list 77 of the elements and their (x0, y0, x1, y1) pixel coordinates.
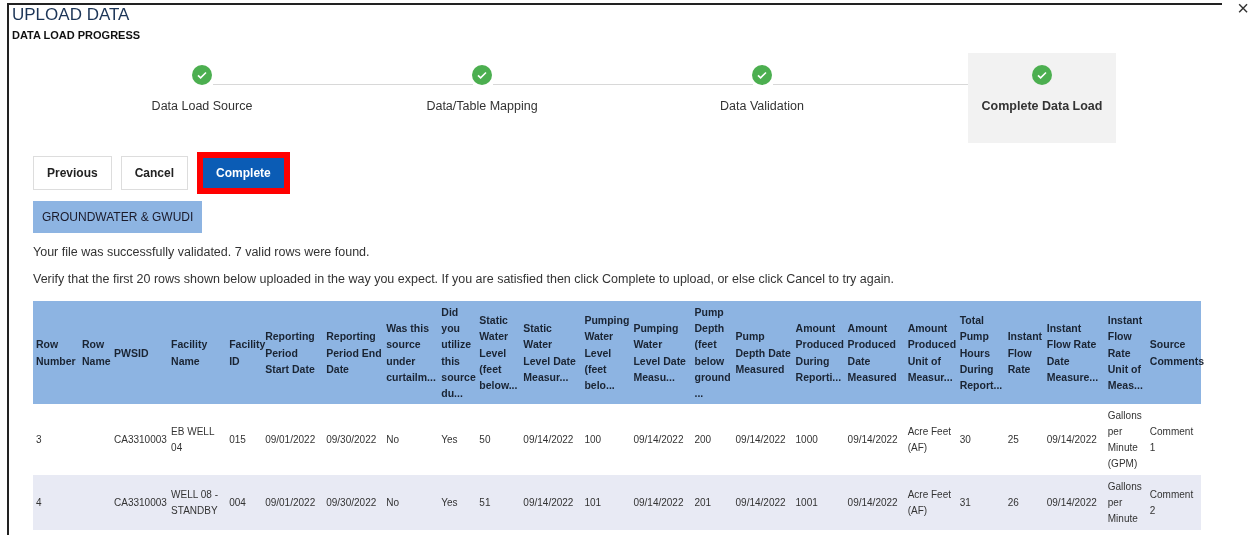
step-label: Data/Table Mapping (426, 97, 538, 115)
column-header: PWSID (111, 301, 169, 405)
column-header: Instant Flow Rate (1004, 301, 1044, 405)
column-header: Was this source under curtailm... (383, 301, 439, 405)
column-header: Static Water Level (feet below... (476, 301, 521, 405)
action-button[interactable]: Cancel (120, 155, 189, 190)
column-header: Facility Name (168, 301, 227, 405)
table-cell: 3 (33, 404, 80, 476)
table-cell: 1001 (792, 475, 845, 531)
table-cell: Gallons per Minute (1104, 475, 1147, 531)
column-header: Static Water Level Date Measur... (520, 301, 582, 405)
table-cell: 09/14/2022 (732, 475, 793, 531)
column-header: Amount Produced Unit of Measur... (904, 301, 957, 405)
message-text: Verify that the first 20 rows shown below uploaded in the way you expect. If you are satisfied then click Complete to upload, or else click Cancel to try again. (33, 271, 895, 289)
message-text: Your file was successfully validated. 7 valid rows were found. (33, 243, 371, 261)
table-cell: 09/01/2022 (262, 475, 324, 531)
table-cell: 09/14/2022 (630, 404, 692, 476)
table-cell: 09/14/2022 (844, 475, 905, 531)
column-header: Pump Depth Date Measured (732, 301, 793, 405)
column-header: Pumping Water Level Date Measu... (630, 301, 692, 405)
table-cell: 50 (476, 404, 521, 476)
table-cell: 51 (476, 475, 521, 531)
table-cell: 09/14/2022 (844, 404, 905, 476)
table-cell: Acre Feet (AF) (904, 404, 957, 476)
table-cell: 101 (581, 475, 631, 531)
table-cell: 09/14/2022 (732, 404, 793, 476)
column-header: Amount Produced During Reporti... (792, 301, 845, 405)
column-header: Pumping Water Level (feet belo... (581, 301, 631, 405)
table-cell: 09/30/2022 (323, 404, 384, 476)
column-header: Total Pump Hours During Report... (956, 301, 1005, 405)
table-cell: 26 (1004, 475, 1044, 531)
close-button[interactable]: × (1237, 0, 1249, 18)
table-cell: 09/01/2022 (262, 404, 324, 476)
table-cell: 100 (581, 404, 631, 476)
column-header: Instant Flow Rate Date Measure... (1043, 301, 1105, 405)
table-cell: 09/14/2022 (1043, 404, 1105, 476)
group-tab[interactable]: GROUNDWATER & GWUDI (33, 200, 203, 233)
table-cell: Acre Feet (AF) (904, 475, 957, 531)
step-label: Complete Data Load (981, 97, 1103, 115)
step-label: Data Validation (720, 97, 804, 115)
column-header: Row Number (33, 301, 80, 405)
table-cell: 09/14/2022 (520, 475, 582, 531)
table-cell: 30 (956, 404, 1005, 476)
table-cell: CA3310003 (111, 404, 169, 476)
step-label: Data Load Source (151, 97, 253, 115)
table-cell: EB WELL 04 (168, 404, 227, 476)
column-header: Instant Flow Rate Unit of Meas... (1104, 301, 1147, 405)
table-cell: 09/14/2022 (630, 475, 692, 531)
table-cell: 09/30/2022 (323, 475, 384, 531)
table-cell: 31 (956, 475, 1005, 531)
table-cell: WELL 08 - STANDBY (168, 475, 227, 531)
table-cell: 09/14/2022 (1043, 475, 1105, 531)
column-header: Facility ID (226, 301, 263, 405)
section-heading: DATA LOAD PROGRESS (12, 28, 142, 43)
column-header: Amount Produced Date Measured (844, 301, 905, 405)
table-cell: Yes (438, 475, 477, 531)
action-button[interactable]: Previous (33, 155, 112, 190)
table-cell: 25 (1004, 404, 1044, 476)
column-header: Pump Depth (feet below ground ... (691, 301, 733, 405)
table-cell: No (383, 475, 439, 531)
table-cell: Yes (438, 404, 477, 476)
table-cell: CA3310003 (111, 475, 169, 531)
table-cell: 015 (226, 404, 263, 476)
table-cell: 09/14/2022 (520, 404, 582, 476)
table-cell: 1000 (792, 404, 845, 476)
table-cell: Gallons per Minute (GPM) (1104, 404, 1147, 476)
dialog-title: UPLOAD DATA (12, 5, 131, 25)
table-cell: Comment 2 (1146, 475, 1201, 531)
column-header: Row Name (79, 301, 112, 405)
table-cell: 004 (226, 475, 263, 531)
column-header: Did you utilize this source du... (438, 301, 477, 405)
column-header: Reporting Period End Date (323, 301, 384, 405)
table-cell: Comment 1 (1146, 404, 1201, 476)
table-cell: 200 (691, 404, 733, 476)
table-cell: 201 (691, 475, 733, 531)
table-cell: No (383, 404, 439, 476)
table-cell: 4 (33, 475, 80, 531)
